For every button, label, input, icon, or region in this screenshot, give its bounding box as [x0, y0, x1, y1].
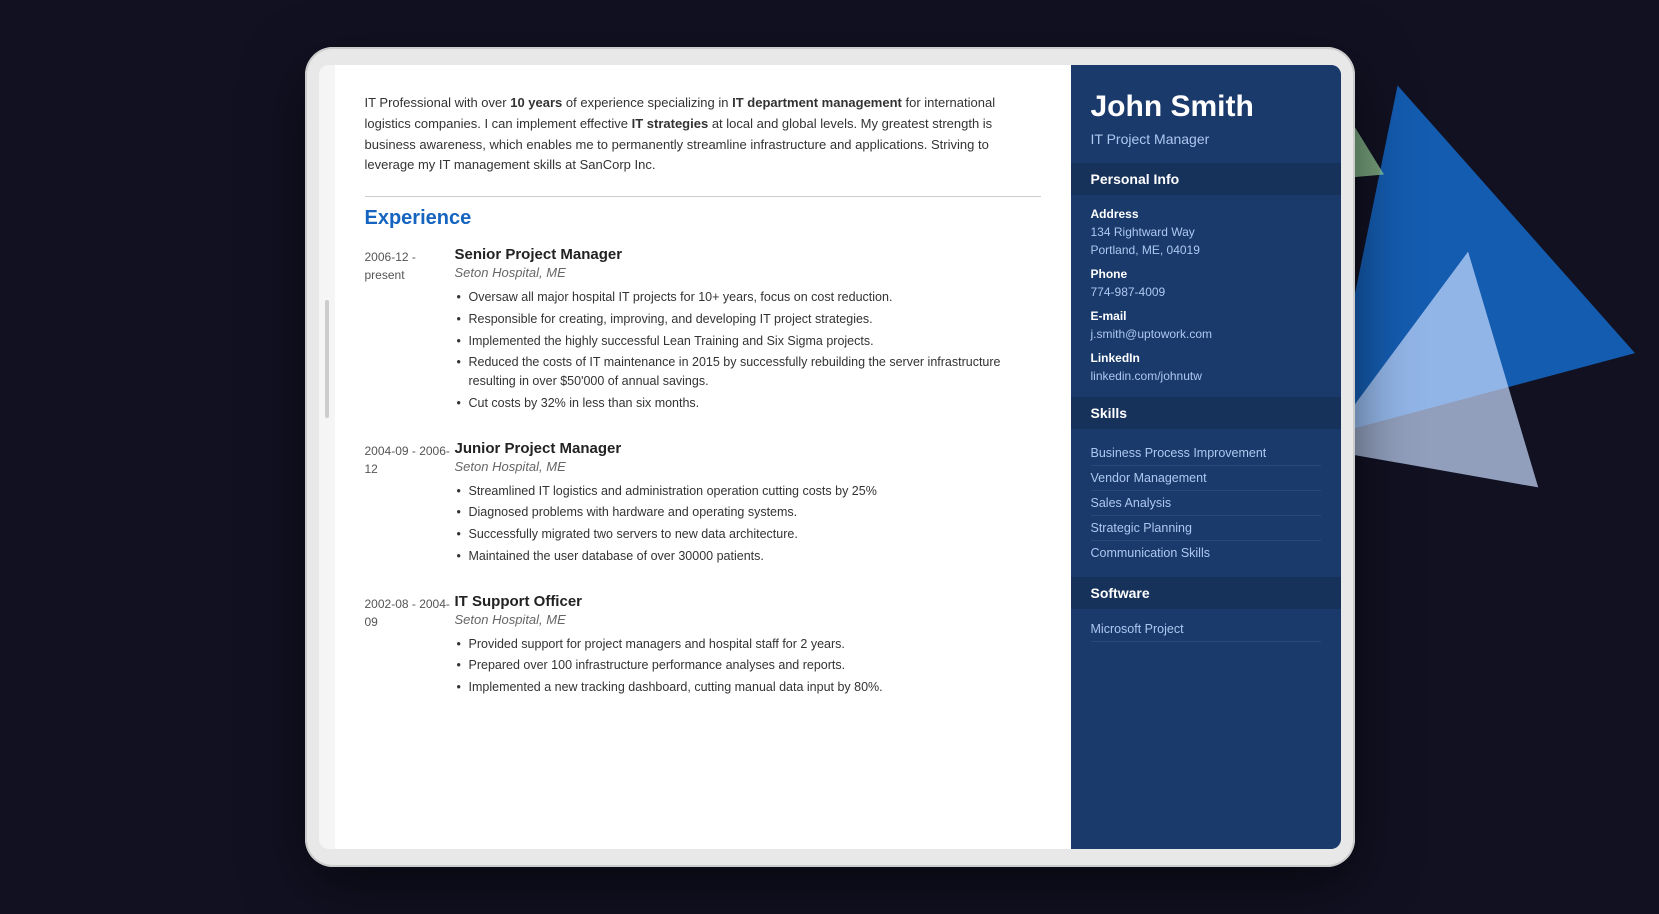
bullet-3-3: Implemented a new tracking dashboard, cu… — [455, 678, 1041, 697]
personal-info-header: Personal Info — [1071, 163, 1341, 195]
exp-company-2: Seton Hospital, ME — [455, 459, 1041, 474]
scene: IT Professional with over 10 years of ex… — [0, 0, 1659, 914]
exp-content-3: IT Support Officer Seton Hospital, ME Pr… — [455, 593, 1041, 700]
bullet-1-1: Oversaw all major hospital IT projects f… — [455, 288, 1041, 307]
experience-item-2: 2004-09 - 2006-12 Junior Project Manager… — [365, 440, 1041, 569]
linkedin-value: linkedin.com/johnutw — [1091, 367, 1321, 385]
email-value: j.smith@uptowork.com — [1091, 325, 1321, 343]
bullet-2-2: Diagnosed problems with hardware and ope… — [455, 503, 1041, 522]
bullet-2-1: Streamlined IT logistics and administrat… — [455, 482, 1041, 501]
exp-company-1: Seton Hospital, ME — [455, 265, 1041, 280]
skills-content: Business Process Improvement Vendor Mana… — [1071, 429, 1341, 577]
bullet-1-4: Reduced the costs of IT maintenance in 2… — [455, 353, 1041, 391]
address-value: 134 Rightward Way Portland, ME, 04019 — [1091, 223, 1321, 259]
resume-right-sidebar: John Smith IT Project Manager Personal I… — [1071, 65, 1341, 849]
deco-white-triangle — [1322, 233, 1577, 488]
bullet-3-1: Provided support for project managers an… — [455, 635, 1041, 654]
experience-item-3: 2002-08 - 2004-09 IT Support Officer Set… — [365, 593, 1041, 700]
experience-section-title: Experience — [365, 207, 1041, 230]
exp-dates-2: 2004-09 - 2006-12 — [365, 440, 455, 569]
sidebar-header: John Smith IT Project Manager — [1071, 65, 1341, 163]
tablet-frame: IT Professional with over 10 years of ex… — [305, 47, 1355, 867]
resume-left-panel[interactable]: IT Professional with over 10 years of ex… — [335, 65, 1071, 849]
personal-info-content: Address 134 Rightward Way Portland, ME, … — [1071, 195, 1341, 397]
bullet-1-5: Cut costs by 32% in less than six months… — [455, 394, 1041, 413]
software-1: Microsoft Project — [1091, 617, 1321, 642]
linkedin-label: LinkedIn — [1091, 351, 1321, 365]
exp-title-3: IT Support Officer — [455, 593, 1041, 610]
summary-text: IT Professional with over 10 years of ex… — [365, 93, 1041, 176]
experience-item-1: 2006-12 - present Senior Project Manager… — [365, 246, 1041, 416]
exp-content-2: Junior Project Manager Seton Hospital, M… — [455, 440, 1041, 569]
skills-header: Skills — [1071, 397, 1341, 429]
exp-title-2: Junior Project Manager — [455, 440, 1041, 457]
skill-1: Business Process Improvement — [1091, 441, 1321, 466]
scroll-indicator[interactable] — [325, 300, 329, 418]
exp-bullets-1: Oversaw all major hospital IT projects f… — [455, 288, 1041, 413]
software-header: Software — [1071, 577, 1341, 609]
exp-bullets-3: Provided support for project managers an… — [455, 635, 1041, 697]
exp-company-3: Seton Hospital, ME — [455, 612, 1041, 627]
skill-5: Communication Skills — [1091, 541, 1321, 565]
tablet-screen: IT Professional with over 10 years of ex… — [319, 65, 1341, 849]
phone-label: Phone — [1091, 267, 1321, 281]
email-label: E-mail — [1091, 309, 1321, 323]
exp-content-1: Senior Project Manager Seton Hospital, M… — [455, 246, 1041, 416]
address-label: Address — [1091, 207, 1321, 221]
exp-title-1: Senior Project Manager — [455, 246, 1041, 263]
skill-3: Sales Analysis — [1091, 491, 1321, 516]
bullet-2-4: Maintained the user database of over 300… — [455, 547, 1041, 566]
bullet-2-3: Successfully migrated two servers to new… — [455, 525, 1041, 544]
sidebar-role: IT Project Manager — [1091, 131, 1321, 147]
sidebar-name: John Smith — [1091, 89, 1321, 125]
software-content: Microsoft Project — [1071, 609, 1341, 654]
bullet-1-3: Implemented the highly successful Lean T… — [455, 332, 1041, 351]
exp-bullets-2: Streamlined IT logistics and administrat… — [455, 482, 1041, 566]
exp-dates-3: 2002-08 - 2004-09 — [365, 593, 455, 700]
bullet-1-2: Responsible for creating, improving, and… — [455, 310, 1041, 329]
skill-2: Vendor Management — [1091, 466, 1321, 491]
phone-value: 774-987-4009 — [1091, 283, 1321, 301]
skill-4: Strategic Planning — [1091, 516, 1321, 541]
exp-dates-1: 2006-12 - present — [365, 246, 455, 416]
section-divider — [365, 196, 1041, 197]
bullet-3-2: Prepared over 100 infrastructure perform… — [455, 656, 1041, 675]
